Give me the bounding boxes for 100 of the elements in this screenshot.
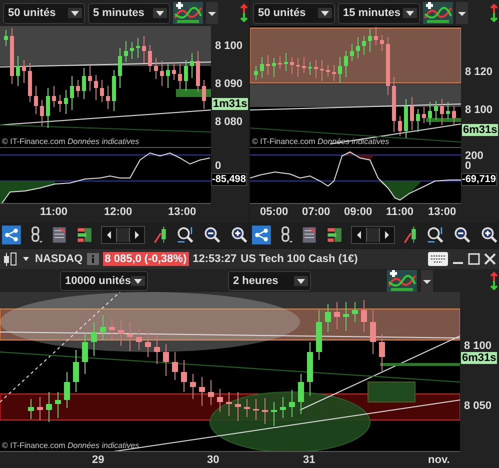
- candle: [148, 44, 152, 72]
- candle: [356, 36, 360, 58]
- candle: [296, 58, 300, 78]
- candle: [100, 314, 106, 340]
- candle: [320, 60, 324, 82]
- time-tick: nov.: [428, 454, 450, 466]
- candle: [73, 350, 79, 392]
- indicator-chart-icon[interactable]: [387, 270, 417, 292]
- candle: [70, 76, 74, 110]
- oscillator-tick: 200: [465, 150, 484, 162]
- candle: [52, 86, 56, 108]
- candle: [298, 374, 304, 414]
- candle: [127, 322, 133, 352]
- candle: [190, 374, 196, 400]
- time-tick: 11:00: [386, 206, 414, 218]
- timeframe-dropdown[interactable]: 2 heures: [228, 270, 311, 290]
- candle: [46, 392, 52, 422]
- price-tick: 8 090: [215, 78, 243, 90]
- quantity-dropdown[interactable]: 10000 unités: [60, 270, 148, 290]
- arrows-icon[interactable]: [488, 3, 498, 23]
- info-icon[interactable]: [86, 253, 99, 265]
- candle: [272, 58, 276, 78]
- oscillator-value-label: -69,719: [461, 173, 497, 186]
- time-tick: 12:00: [104, 206, 132, 218]
- candle: [58, 94, 62, 112]
- instrument-name: US Tech 100 Cash (1€): [240, 253, 358, 265]
- symbol-label: NASDAQ: [35, 253, 83, 265]
- candle: [307, 342, 313, 396]
- candle: [118, 48, 122, 88]
- candle: [344, 50, 348, 78]
- caret-icon: [318, 8, 332, 18]
- caret-icon: [294, 276, 308, 286]
- caret-icon: [68, 8, 82, 18]
- close-icon[interactable]: [484, 253, 496, 265]
- indicator-chart-icon[interactable]: [423, 2, 453, 24]
- price-tick: 8 100: [215, 40, 243, 52]
- candle: [154, 334, 160, 364]
- candle: [446, 102, 450, 120]
- position-marker: [426, 118, 461, 122]
- candle: [380, 34, 384, 52]
- indicator-chart-icon[interactable]: [173, 2, 203, 24]
- candle: [374, 26, 378, 46]
- candle: [452, 106, 456, 126]
- arrows-icon[interactable]: [238, 3, 248, 23]
- caret-icon[interactable]: [421, 270, 433, 292]
- candle: [55, 392, 61, 418]
- time-tick: 30: [207, 454, 220, 466]
- candle: [196, 50, 200, 92]
- candle: [235, 392, 241, 422]
- candle: [226, 392, 232, 416]
- time-tick: 05:00: [260, 206, 288, 218]
- candle: [199, 376, 205, 406]
- oscillator-value-label: -85,498: [211, 173, 247, 186]
- candle: [326, 64, 330, 78]
- price-tick: 8 100: [465, 104, 493, 116]
- quantity-dropdown[interactable]: 50 unités: [253, 2, 335, 24]
- countdown-badge: 1m31s: [212, 98, 248, 110]
- rectangle-zone: [368, 382, 416, 402]
- scroll-control[interactable]: [350, 226, 395, 244]
- oscillator-tick: 0: [465, 160, 472, 172]
- candle: [350, 44, 354, 62]
- price-tick: 8 050: [464, 400, 492, 412]
- candle: [10, 28, 14, 84]
- countdown-badge: 6m31s: [462, 124, 498, 136]
- candle: [280, 396, 286, 418]
- timeframe-dropdown[interactable]: 5 minutes: [88, 2, 170, 24]
- maximize-icon[interactable]: [468, 253, 480, 265]
- scroll-thumb[interactable]: [116, 228, 130, 242]
- candle: [416, 108, 420, 132]
- keyboard-icon[interactable]: [428, 252, 448, 266]
- candle: [343, 302, 349, 332]
- candle: [398, 116, 402, 136]
- candle: [190, 52, 194, 78]
- candle: [28, 398, 34, 420]
- candle-edit-icon[interactable]: [152, 224, 168, 246]
- caret-icon[interactable]: [456, 2, 468, 24]
- timeframe-dropdown[interactable]: 15 minutes: [338, 2, 420, 24]
- scroll-thumb[interactable]: [366, 228, 380, 242]
- share-icon[interactable]: [2, 224, 21, 246]
- arrows-icon[interactable]: [488, 270, 498, 290]
- candle: [34, 86, 38, 114]
- share-icon[interactable]: [252, 224, 271, 246]
- candle: [178, 64, 182, 90]
- candle-icon[interactable]: [3, 251, 17, 267]
- candle: [40, 100, 44, 126]
- candle: [88, 66, 92, 92]
- quantity-dropdown[interactable]: 50 unités: [3, 2, 85, 24]
- candle: [244, 398, 250, 418]
- caret-icon: [403, 8, 417, 18]
- candle: [278, 56, 282, 70]
- watermark-text: © IT-Finance.com Données indicatives: [2, 441, 140, 450]
- candle: [181, 360, 187, 392]
- candle: [208, 380, 214, 406]
- candle: [202, 80, 206, 110]
- scroll-control[interactable]: [100, 226, 145, 244]
- caret-icon[interactable]: [206, 2, 218, 24]
- candle: [154, 58, 158, 80]
- time-tick: 07:00: [302, 206, 330, 218]
- caret-icon: [131, 276, 145, 286]
- candle-edit-icon[interactable]: [402, 224, 418, 246]
